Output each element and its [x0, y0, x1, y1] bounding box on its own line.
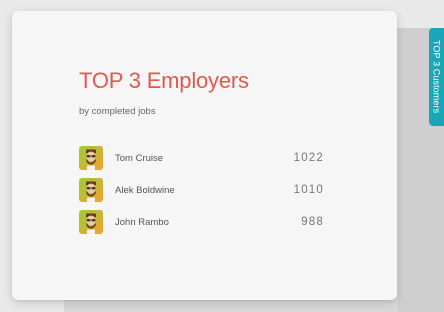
- bearded-man-avatar-icon: [79, 146, 103, 170]
- employer-job-count: 1010: [293, 184, 324, 196]
- bearded-man-avatar-icon: [79, 178, 103, 202]
- employer-job-count: 988: [301, 216, 324, 228]
- top-employers-card: TOP 3 Employers by completed jobs Tom Cr…: [12, 11, 397, 300]
- employer-name: John Rambo: [115, 216, 169, 228]
- card-title: TOP 3 Employers: [79, 68, 249, 93]
- employer-job-count: 1022: [293, 152, 324, 164]
- employer-row: Tom Cruise 1022: [79, 146, 324, 170]
- top-customers-tab[interactable]: TOP 3 Customers: [429, 28, 444, 126]
- employer-name: Tom Cruise: [115, 152, 164, 164]
- card-subtitle: by completed jobs: [79, 106, 156, 117]
- employer-row: Alek Boldwine 1010: [79, 178, 324, 202]
- employer-row: John Rambo 988: [79, 210, 324, 234]
- top-customers-tab-label: TOP 3 Customers: [431, 40, 442, 114]
- employer-list: Tom Cruise 1022 Alek Boldwine 1010 John …: [79, 146, 324, 242]
- bearded-man-avatar-icon: [79, 210, 103, 234]
- employer-name: Alek Boldwine: [115, 184, 175, 196]
